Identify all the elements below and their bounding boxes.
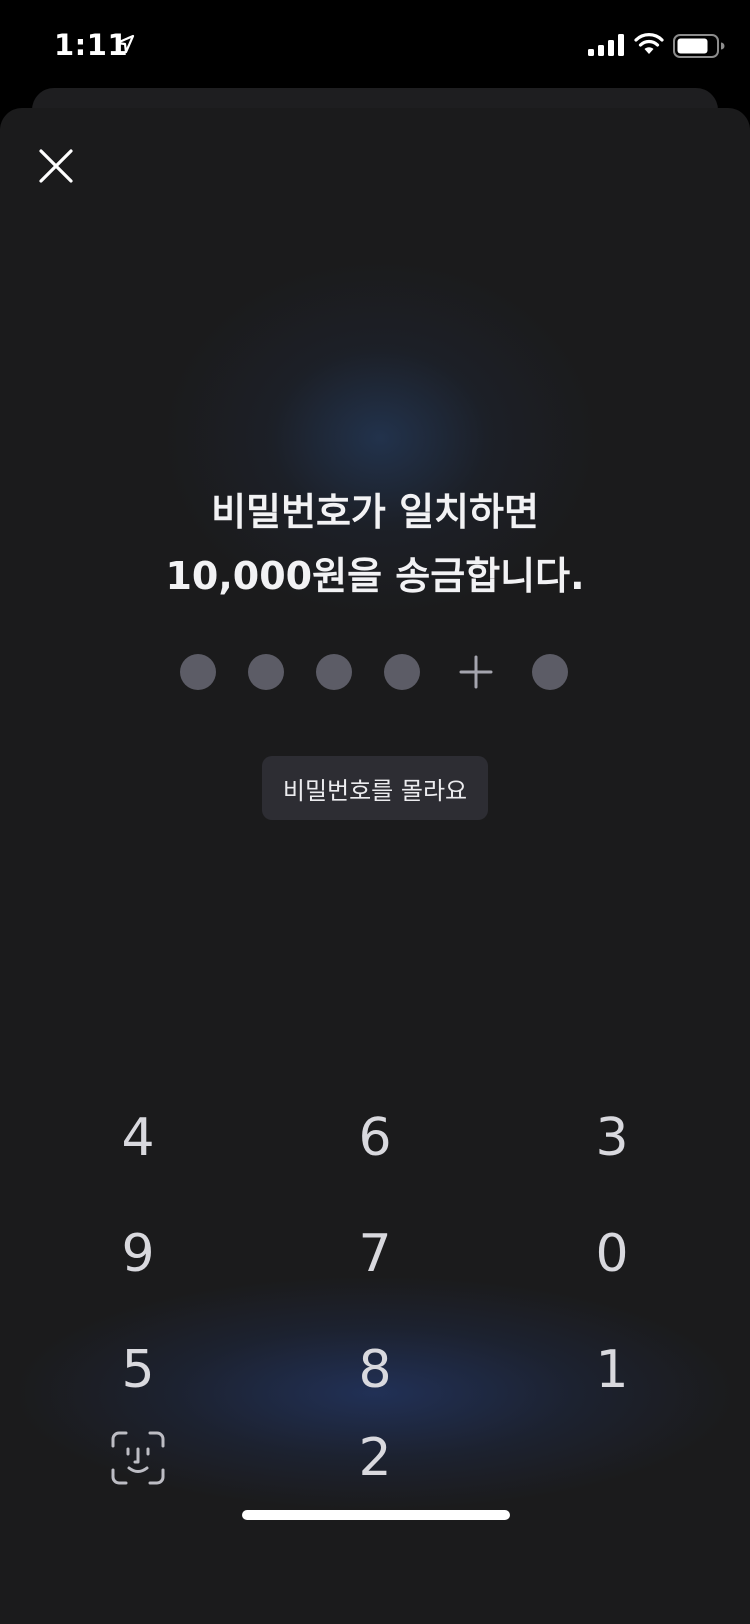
location-arrow-icon [115,34,135,54]
close-icon [39,149,73,183]
pin-dot [384,654,420,690]
key-2[interactable]: 2 [275,1408,475,1508]
key-1[interactable]: 1 [512,1320,712,1420]
faceid-icon [111,1431,165,1485]
cellular-signal-icon [588,34,624,56]
key-8[interactable]: 8 [275,1320,475,1420]
faceid-button[interactable] [38,1408,238,1508]
key-4[interactable]: 4 [38,1088,238,1188]
key-7[interactable]: 7 [275,1204,475,1304]
key-5[interactable]: 5 [38,1320,238,1420]
pin-dot [532,654,568,690]
home-indicator [242,1510,510,1520]
plus-icon [459,655,493,689]
title-line-1: 비밀번호가 일치하면 [211,490,539,534]
close-button[interactable] [32,142,80,190]
title-line-2: 10,000원을 송금합니다. [165,554,585,598]
password-sheet: 비밀번호가 일치하면 10,000원을 송금합니다. 비밀번호를 몰라요 4 6… [0,108,750,1624]
battery-icon [673,34,725,58]
pin-dot [180,654,216,690]
forgot-password-button[interactable]: 비밀번호를 몰라요 [262,756,488,820]
pin-indicator [0,652,750,692]
key-0[interactable]: 0 [512,1204,712,1304]
key-9[interactable]: 9 [38,1204,238,1304]
pin-dot [316,654,352,690]
pin-dot [248,654,284,690]
key-3[interactable]: 3 [512,1088,712,1188]
key-6[interactable]: 6 [275,1088,475,1188]
page-title: 비밀번호가 일치하면 10,000원을 송금합니다. [0,480,750,608]
wifi-icon [634,33,664,54]
status-bar: 1:11 [0,0,750,88]
